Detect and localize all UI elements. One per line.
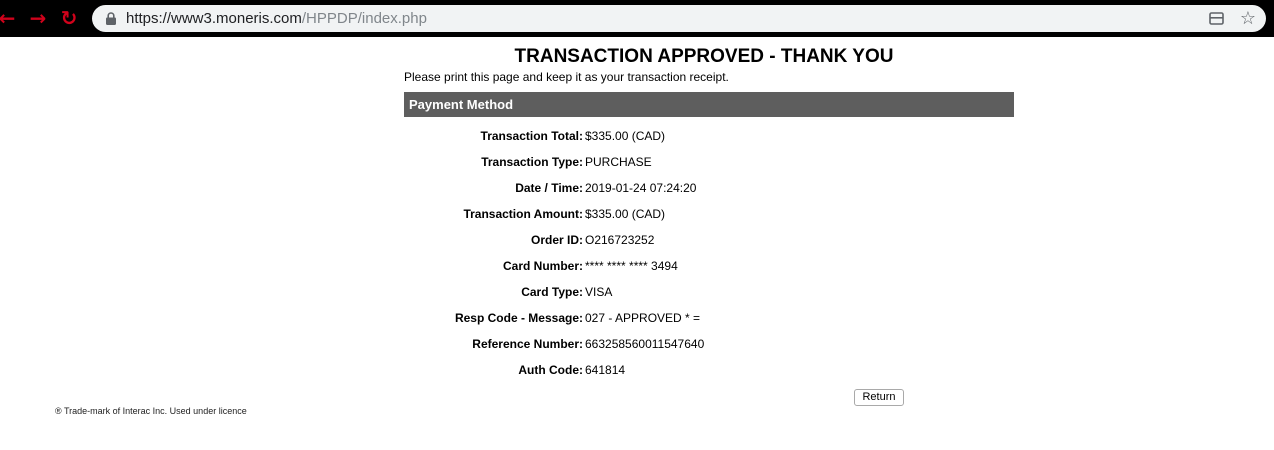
detail-value: $335.00 (CAD) xyxy=(585,129,666,143)
detail-row-transaction-type: Transaction Type: PURCHASE xyxy=(404,153,1014,179)
detail-label: Auth Code: xyxy=(518,363,583,377)
browser-toolbar: ← → ↻ https://www3.moneris.com/HPPDP/ind… xyxy=(0,0,1274,37)
reload-icon[interactable]: ↻ xyxy=(59,8,79,28)
detail-value: PURCHASE xyxy=(585,155,652,169)
detail-row-transaction-total: Transaction Total: $335.00 (CAD) xyxy=(404,127,1014,153)
trademark-note: ® Trade-mark of Interac Inc. Used under … xyxy=(55,406,247,416)
receipt-instructions: Please print this page and keep it as yo… xyxy=(404,70,729,84)
transaction-details: Transaction Total: $335.00 (CAD) Transac… xyxy=(404,127,1014,387)
return-button[interactable]: Return xyxy=(854,389,904,406)
detail-row-date-time: Date / Time: 2019-01-24 07:24:20 xyxy=(404,179,1014,205)
detail-label: Transaction Type: xyxy=(481,155,583,169)
lock-icon xyxy=(106,12,116,25)
detail-row-order-id: Order ID: O216723252 xyxy=(404,231,1014,257)
detail-row-auth-code: Auth Code: 641814 xyxy=(404,361,1014,387)
url-host: https://www3.moneris.com xyxy=(126,10,302,27)
detail-value: O216723252 xyxy=(585,233,655,247)
detail-label: Reference Number: xyxy=(472,337,583,351)
detail-row-transaction-amount: Transaction Amount: $335.00 (CAD) xyxy=(404,205,1014,231)
section-header-label: Payment Method xyxy=(409,97,514,112)
detail-value: **** **** **** 3494 xyxy=(585,259,678,273)
detail-row-reference-number: Reference Number: 663258560011547640 xyxy=(404,335,1014,361)
detail-value: VISA xyxy=(585,285,613,299)
detail-value: 663258560011547640 xyxy=(585,337,705,351)
detail-label: Resp Code - Message: xyxy=(454,311,583,325)
back-arrow-icon[interactable]: ← xyxy=(0,8,17,28)
detail-value: 027 - APPROVED * = xyxy=(585,311,701,325)
detail-label: Card Number: xyxy=(502,259,583,273)
detail-label: Date / Time: xyxy=(515,181,583,195)
detail-row-resp-code: Resp Code - Message: 027 - APPROVED * = xyxy=(404,309,1014,335)
forward-arrow-icon[interactable]: → xyxy=(28,8,48,28)
detail-label: Order ID: xyxy=(530,233,583,247)
url-text: https://www3.moneris.com/HPPDP/index.php xyxy=(126,10,427,27)
url-path: /HPPDP/index.php xyxy=(301,10,427,27)
star-icon[interactable]: ☆ xyxy=(1240,8,1256,29)
address-bar[interactable]: https://www3.moneris.com/HPPDP/index.php… xyxy=(92,5,1266,32)
detail-value: 2019-01-24 07:24:20 xyxy=(585,181,697,195)
payment-method-header: Payment Method xyxy=(404,92,1014,117)
detail-label: Transaction Total: xyxy=(480,129,583,143)
page-title: TRANSACTION APPROVED - THANK YOU xyxy=(514,46,894,67)
detail-label: Card Type: xyxy=(521,285,583,299)
detail-value: $335.00 (CAD) xyxy=(585,207,666,221)
detail-row-card-type: Card Type: VISA xyxy=(404,283,1014,309)
detail-row-card-number: Card Number: **** **** **** 3494 xyxy=(404,257,1014,283)
tab-icon[interactable] xyxy=(1209,11,1224,26)
detail-label: Transaction Amount: xyxy=(463,207,583,221)
detail-value: 641814 xyxy=(585,363,626,377)
